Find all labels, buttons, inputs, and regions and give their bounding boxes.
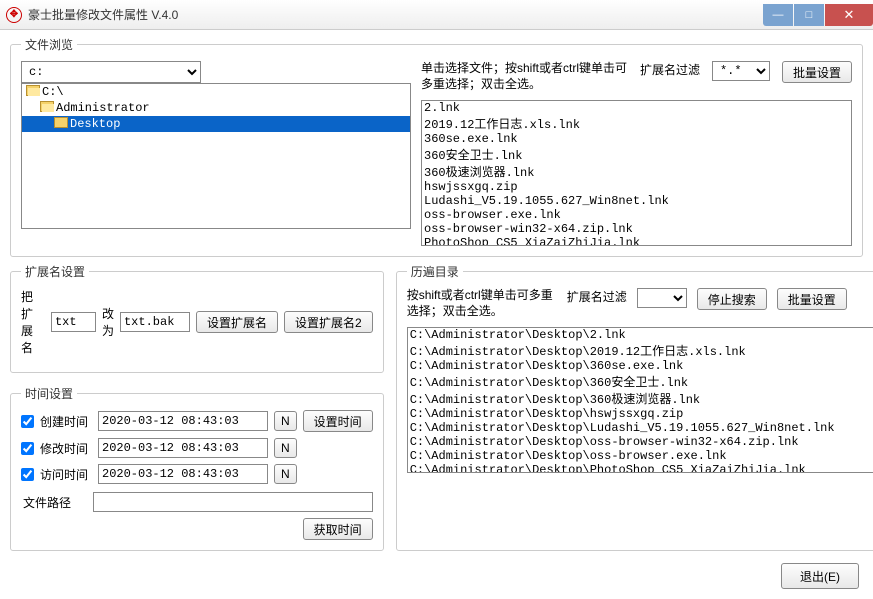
access-time-input[interactable] [98,464,268,484]
minimize-button[interactable]: — [763,4,793,26]
modify-time-input[interactable] [98,438,268,458]
create-time-n-button[interactable]: N [274,411,297,431]
ext-filter-select[interactable]: *.* [712,61,770,81]
create-time-label: 创建时间 [40,413,92,430]
create-time-checkbox[interactable] [21,415,34,428]
stop-search-button[interactable]: 停止搜索 [697,288,767,310]
file-browse-group: 文件浏览 c: C:\AdministratorDesktop 单击选择文件；按… [10,36,863,257]
ext-to-input[interactable] [120,312,190,332]
time-legend: 时间设置 [21,385,77,402]
close-button[interactable]: ✕ [825,4,873,26]
file-path-input[interactable] [93,492,373,512]
tree-item[interactable]: Desktop [22,116,410,132]
history-list-item[interactable]: C:\Administrator\Desktop\360se.exe.lnk [408,359,873,373]
history-legend: 历遍目录 [407,263,463,280]
history-list-item[interactable]: C:\Administrator\Desktop\2.lnk [408,328,873,342]
access-time-n-button[interactable]: N [274,464,297,484]
file-list[interactable]: 2.lnk2019.12工作日志.xls.lnk360se.exe.lnk360… [421,100,852,246]
set-time-button[interactable]: 设置时间 [303,410,373,432]
ext-label1: 把扩展名 [21,288,45,356]
ext-settings-group: 扩展名设置 把扩展名 改为 设置扩展名 设置扩展名2 [10,263,384,373]
history-filter-select[interactable] [637,288,687,308]
history-list-item[interactable]: C:\Administrator\Desktop\360安全卫士.lnk [408,373,873,390]
browse-hint: 单击选择文件；按shift或者ctrl键单击可多重选择；双击全选。 [421,61,628,92]
file-list-item[interactable]: hswjssxgq.zip [422,180,851,194]
file-browse-legend: 文件浏览 [21,36,77,53]
modify-time-n-button[interactable]: N [274,438,297,458]
batch-set-button[interactable]: 批量设置 [782,61,852,83]
history-list-item[interactable]: C:\Administrator\Desktop\hswjssxgq.zip [408,407,873,421]
tree-item[interactable]: C:\ [22,84,410,100]
file-list-item[interactable]: PhotoShop_CS5_XiaZaiZhiJia.lnk [422,236,851,246]
file-list-item[interactable]: oss-browser.exe.lnk [422,208,851,222]
history-list-item[interactable]: C:\Administrator\Desktop\oss-browser-win… [408,435,873,449]
ext-label2: 改为 [102,305,114,339]
file-list-item[interactable]: Ludashi_V5.19.1055.627_Win8net.lnk [422,194,851,208]
file-list-item[interactable]: 2019.12工作日志.xls.lnk [422,115,851,132]
folder-icon [26,85,40,96]
modify-time-label: 修改时间 [40,440,92,457]
access-time-label: 访问时间 [40,466,92,483]
history-list-item[interactable]: C:\Administrator\Desktop\oss-browser.exe… [408,449,873,463]
access-time-checkbox[interactable] [21,468,34,481]
time-settings-group: 时间设置 创建时间 N 设置时间 修改时间 N 访问时间 N 文件 [10,385,384,551]
file-list-item[interactable]: 360se.exe.lnk [422,132,851,146]
history-list-item[interactable]: C:\Administrator\Desktop\2019.12工作日志.xls… [408,342,873,359]
set-ext2-button[interactable]: 设置扩展名2 [284,311,373,333]
folder-tree[interactable]: C:\AdministratorDesktop [21,83,411,229]
file-list-item[interactable]: 360安全卫士.lnk [422,146,851,163]
drive-select[interactable]: c: [21,61,201,83]
history-list-item[interactable]: C:\Administrator\Desktop\PhotoShop_CS5_X… [408,463,873,473]
file-list-item[interactable]: 2.lnk [422,101,851,115]
window-title: 豪士批量修改文件属性 V.4.0 [28,6,763,23]
history-group: 历遍目录 按shift或者ctrl键单击可多重选择；双击全选。 扩展名过滤 停止… [396,263,873,551]
exit-button[interactable]: 退出(E) [781,563,859,589]
ext-legend: 扩展名设置 [21,263,89,280]
get-time-button[interactable]: 获取时间 [303,518,373,540]
history-filter-label: 扩展名过滤 [567,288,627,305]
folder-icon [40,101,54,112]
file-path-label: 文件路径 [21,494,87,511]
history-batch-button[interactable]: 批量设置 [777,288,847,310]
modify-time-checkbox[interactable] [21,442,34,455]
folder-icon [54,117,68,128]
app-icon: ✥ [6,7,22,23]
titlebar: ✥ 豪士批量修改文件属性 V.4.0 — □ ✕ [0,0,873,30]
create-time-input[interactable] [98,411,268,431]
set-ext-button[interactable]: 设置扩展名 [196,311,278,333]
file-list-item[interactable]: oss-browser-win32-x64.zip.lnk [422,222,851,236]
file-list-item[interactable]: 360极速浏览器.lnk [422,163,851,180]
maximize-button[interactable]: □ [794,4,824,26]
history-path-list[interactable]: C:\Administrator\Desktop\2.lnkC:\Adminis… [407,327,873,473]
history-hint: 按shift或者ctrl键单击可多重选择；双击全选。 [407,288,557,319]
history-list-item[interactable]: C:\Administrator\Desktop\360极速浏览器.lnk [408,390,873,407]
tree-item[interactable]: Administrator [22,100,410,116]
filter-label: 扩展名过滤 [640,61,700,78]
history-list-item[interactable]: C:\Administrator\Desktop\Ludashi_V5.19.1… [408,421,873,435]
ext-from-input[interactable] [51,312,96,332]
